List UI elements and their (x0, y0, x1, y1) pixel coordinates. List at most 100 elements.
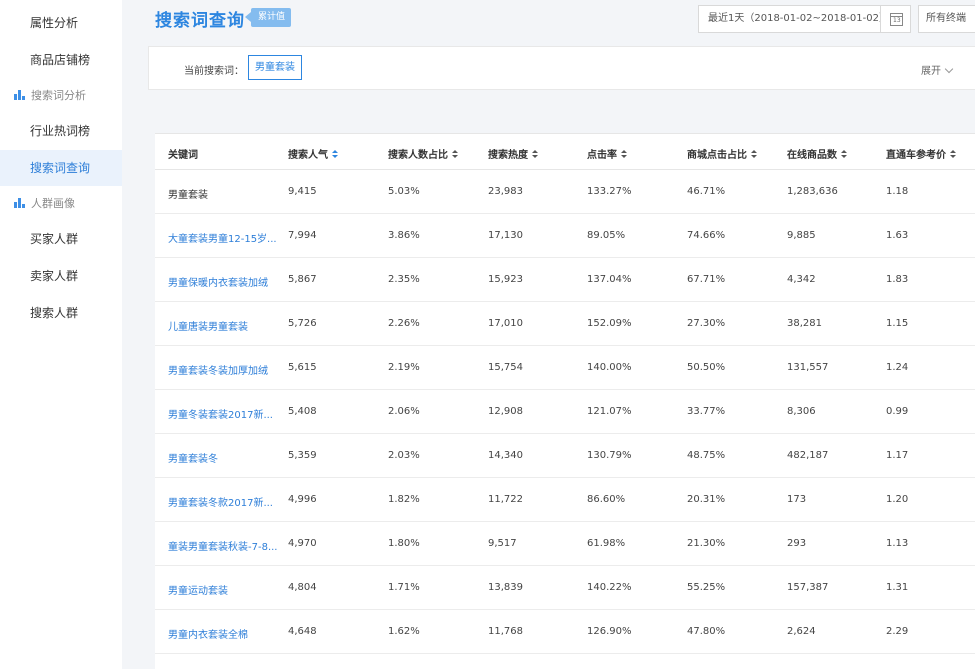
table-row: 男童运动套装 4,804 1.71% 13,839 140.22% 55.25% 157,3… (155, 566, 975, 610)
searcher-share-cell: 1.80% (388, 538, 420, 549)
keyword-cell[interactable]: 男童套装冬装加厚加绒 (168, 362, 280, 377)
bar-chart-icon (14, 198, 25, 208)
searcher-share-cell: 2.26% (388, 318, 420, 329)
searcher-share-cell: 2.03% (388, 450, 420, 461)
search-popularity-cell: 4,970 (288, 538, 317, 549)
click-rate-cell: 121.07% (587, 406, 632, 417)
column-header-keyword: 关键词 (168, 150, 198, 161)
sidebar-item-industry-hot-words[interactable]: 行业热词榜 (0, 113, 122, 149)
sidebar-item-buyer-audience[interactable]: 买家人群 (0, 221, 122, 257)
ztc-price-cell: 1.18 (886, 186, 909, 197)
column-header-mall-click-share[interactable]: 商城点击占比 (687, 146, 758, 161)
table-row: 男童套装 9,415 5.03% 23,983 133.27% 46.71% 1,283,6… (155, 170, 975, 214)
mall-click-share-cell: 67.71% (687, 274, 726, 285)
search-heat-cell: 23,983 (488, 186, 523, 197)
calendar-day: 13 (893, 17, 901, 24)
sidebar-item-seller-audience[interactable]: 卖家人群 (0, 258, 122, 294)
search-heat-cell: 11,768 (488, 626, 523, 637)
sidebar-item-label: 行业热词榜 (30, 124, 91, 138)
current-query-keyword[interactable]: 男童套装 (248, 55, 302, 80)
click-rate-cell: 152.09% (587, 318, 632, 329)
keyword-cell[interactable]: 男童保暖内衣套装加绒 (168, 274, 280, 289)
ztc-price-cell: 2.29 (886, 626, 909, 637)
searcher-share-cell: 5.03% (388, 186, 420, 197)
column-header-ztc-price[interactable]: 直通车参考价 (886, 146, 957, 161)
column-header-click-rate[interactable]: 点击率 (587, 146, 628, 161)
date-range-select[interactable]: 最近1天（2018-01-02~2018-01-02） (698, 5, 881, 33)
mall-click-share-cell: 47.80% (687, 626, 726, 637)
searcher-share-cell: 2.19% (388, 362, 420, 373)
table-row: 男童套装冬装加厚加绒 5,615 2.19% 15,754 140.00% 50.50% 1… (155, 346, 975, 390)
expand-label: 展开 (921, 66, 941, 77)
online-products-cell: 131,557 (787, 362, 829, 373)
sidebar-item-label: 搜索人群 (30, 306, 79, 320)
table-header: 关键词 搜索人气 搜索人数占比 搜索热度 点击率 商城点击占比 在线商品数 直通… (155, 134, 975, 170)
click-rate-cell: 140.00% (587, 362, 632, 373)
sidebar-item-product-shop-rank[interactable]: 商品店铺榜 (0, 42, 122, 78)
online-products-cell: 2,624 (787, 626, 816, 637)
searcher-share-cell: 1.62% (388, 626, 420, 637)
query-panel: 当前搜索词： 男童套装 展开 (148, 46, 975, 90)
online-products-cell: 4,342 (787, 274, 816, 285)
device-select[interactable]: 所有终端 (918, 5, 975, 33)
online-products-cell: 9,885 (787, 230, 816, 241)
search-popularity-cell: 5,867 (288, 274, 317, 285)
search-heat-cell: 13,839 (488, 582, 523, 593)
keyword-cell: 男童套装 (168, 190, 208, 201)
keyword-cell[interactable]: 男童内衣套装全棉 (168, 626, 280, 641)
column-header-searcher-share[interactable]: 搜索人数占比 (388, 146, 459, 161)
expand-button[interactable]: 展开 (921, 62, 954, 77)
mall-click-share-cell: 21.30% (687, 538, 726, 549)
click-rate-cell: 133.27% (587, 186, 632, 197)
search-heat-cell: 17,130 (488, 230, 523, 241)
online-products-cell: 293 (787, 538, 807, 549)
search-heat-cell: 12,908 (488, 406, 523, 417)
sidebar-group-search-analysis[interactable]: 搜索词分析 (0, 81, 122, 111)
sidebar-item-attribute-analysis[interactable]: 属性分析 (0, 5, 122, 41)
ztc-price-cell: 1.15 (886, 318, 909, 329)
keyword-cell[interactable]: 男童冬装套装2017新... (168, 406, 280, 421)
search-popularity-cell: 4,804 (288, 582, 317, 593)
table-row: 男童内衣套装全棉 4,648 1.62% 11,768 126.90% 47.80% 2,6… (155, 610, 975, 654)
table-row: 儿童唐装男童套装 5,726 2.26% 17,010 152.09% 27.30% 38,… (155, 302, 975, 346)
sidebar-item-search-word-query[interactable]: 搜索词查询 (0, 150, 122, 186)
sidebar-item-search-audience[interactable]: 搜索人群 (0, 295, 122, 331)
ztc-price-cell: 1.20 (886, 494, 909, 505)
sidebar-item-label: 属性分析 (30, 16, 79, 30)
sidebar-group-label: 人群画像 (31, 197, 75, 210)
keyword-cell[interactable]: 儿童唐装男童套装 (168, 318, 280, 333)
keyword-cell[interactable]: 男童套装冬款2017新... (168, 494, 280, 509)
keyword-cell[interactable]: 男童运动套装 (168, 582, 280, 597)
search-popularity-cell: 5,408 (288, 406, 317, 417)
table-row: 男童套装冬款2017新... 4,996 1.82% 11,722 86.60% 20.3… (155, 478, 975, 522)
online-products-cell: 8,306 (787, 406, 816, 417)
keyword-cell[interactable]: 童装男童套装秋装-7-8... (168, 538, 280, 553)
mall-click-share-cell: 48.75% (687, 450, 726, 461)
search-heat-cell: 11,722 (488, 494, 523, 505)
column-header-search-heat[interactable]: 搜索热度 (488, 146, 539, 161)
ztc-price-cell: 1.17 (886, 450, 909, 461)
column-header-online-products[interactable]: 在线商品数 (787, 146, 848, 161)
column-header-search-popularity[interactable]: 搜索人气 (288, 146, 339, 161)
search-heat-cell: 17,010 (488, 318, 523, 329)
current-query-label: 当前搜索词： (184, 66, 244, 77)
online-products-cell: 482,187 (787, 450, 829, 461)
calendar-icon: 13 (890, 13, 903, 26)
mall-click-share-cell: 74.66% (687, 230, 726, 241)
cumulative-tag: 累计值 (244, 8, 292, 27)
keyword-cell[interactable]: 大童套装男童12-15岁... (168, 230, 280, 245)
click-rate-cell: 137.04% (587, 274, 632, 285)
searcher-share-cell: 1.71% (388, 582, 420, 593)
sort-icon (452, 150, 459, 159)
mall-click-share-cell: 46.71% (687, 186, 726, 197)
sidebar-group-audience-profile[interactable]: 人群画像 (0, 189, 122, 219)
search-popularity-cell: 7,994 (288, 230, 317, 241)
ztc-price-cell: 1.31 (886, 582, 909, 593)
mall-click-share-cell: 33.77% (687, 406, 726, 417)
sidebar-group-label: 搜索词分析 (31, 89, 86, 102)
table-row: 男童冬装套装2017新... 5,408 2.06% 12,908 121.07% 33.… (155, 390, 975, 434)
sort-icon (332, 150, 339, 159)
calendar-button[interactable]: 13 (880, 5, 911, 33)
keyword-cell[interactable]: 男童套装冬 (168, 450, 280, 465)
online-products-cell: 157,387 (787, 582, 829, 593)
